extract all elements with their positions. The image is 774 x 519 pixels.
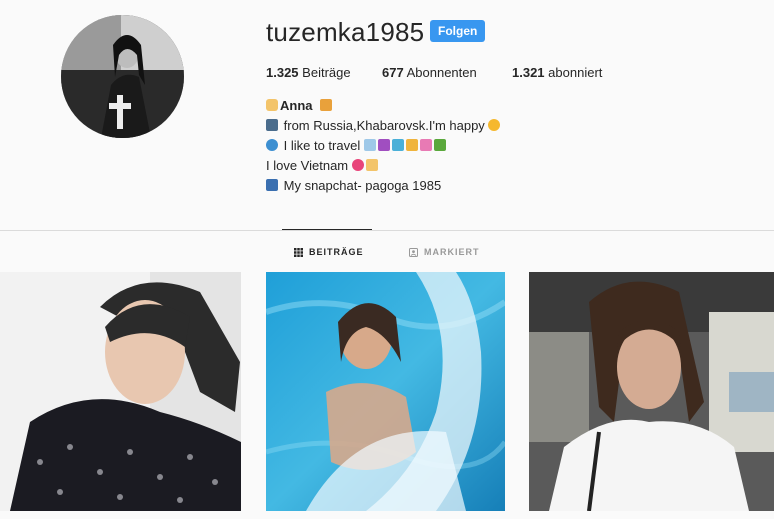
post-thumbnail[interactable] <box>0 272 241 511</box>
hand-emoji-icon <box>266 99 278 111</box>
active-tab-indicator <box>282 229 372 230</box>
posts-stat: 1.325 Beiträge <box>266 65 382 80</box>
tab-posts[interactable]: BEITRÄGE <box>294 247 364 257</box>
post-thumbnail[interactable] <box>529 272 774 511</box>
bio-line-vietnam: I love Vietnam <box>266 156 502 176</box>
profile-bio: Anna from Russia,Khabarovsk.I'm happy I … <box>266 96 502 196</box>
posts-count: 1.325 <box>266 65 299 80</box>
profile-divider <box>0 230 774 231</box>
bio-origin-text: from Russia,Khabarovsk.I'm happy <box>283 118 485 133</box>
bio-snapchat-text: My snapchat- pagoga 1985 <box>283 178 442 193</box>
avatar-image <box>61 15 184 138</box>
post-image <box>266 272 505 511</box>
following-stat[interactable]: 1.321 abonniert <box>512 65 602 80</box>
following-count: 1.321 <box>512 65 545 80</box>
bio-line-snapchat: My snapchat- pagoga 1985 <box>266 176 502 196</box>
cityscape-emoji-icon <box>266 119 278 131</box>
tag-icon <box>409 247 418 257</box>
grid-icon <box>294 247 303 257</box>
posts-label: Beiträge <box>302 65 351 80</box>
following-label: abonniert <box>548 65 603 80</box>
followers-label: Abonnenten <box>406 65 477 80</box>
post-thumbnail[interactable] <box>266 272 505 511</box>
bio-line-origin: from Russia,Khabarovsk.I'm happy <box>266 116 502 136</box>
follow-button[interactable]: Folgen <box>430 20 486 42</box>
drink-emoji-icon <box>320 99 333 111</box>
followers-count: 677 <box>382 65 404 80</box>
followers-stat[interactable]: 677 Abonnenten <box>382 65 512 80</box>
heart-emoji-icon <box>351 159 364 171</box>
mobile-phone-emoji-icon <box>266 179 278 191</box>
bio-name-line: Anna <box>266 96 502 116</box>
profile-username: tuzemka1985 <box>266 17 425 47</box>
travel-emojis-icon <box>363 138 448 153</box>
tab-posts-label: BEITRÄGE <box>309 247 364 257</box>
bio-travel-text: I like to travel <box>283 138 361 153</box>
tab-tagged[interactable]: MARKIERT <box>409 247 480 257</box>
bio-name: Anna <box>280 98 313 113</box>
tab-tagged-label: MARKIERT <box>424 247 480 257</box>
profile-avatar[interactable] <box>61 15 184 138</box>
profile-stats: 1.325 Beiträge 677 Abonnenten 1.321 abon… <box>266 65 602 80</box>
bio-line-travel: I like to travel <box>266 136 502 156</box>
globe-emoji-icon <box>266 139 278 151</box>
post-image <box>529 272 774 511</box>
post-image <box>0 272 241 511</box>
winking-face-emoji-icon <box>488 119 501 131</box>
bio-vietnam-text: I love Vietnam <box>266 158 349 173</box>
victory-hand-emoji-icon <box>365 159 378 171</box>
